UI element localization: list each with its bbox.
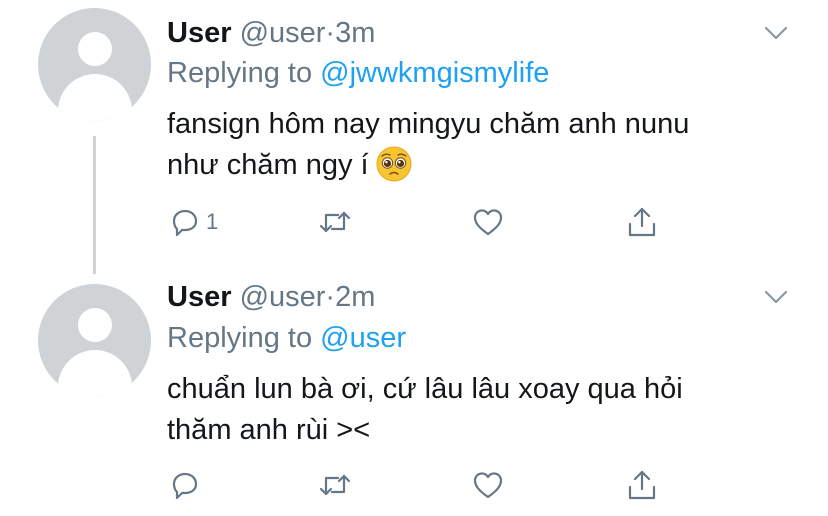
user-handle[interactable]: @user	[240, 281, 326, 313]
replying-to-handle-link[interactable]: @jwwkmgismylife	[320, 57, 549, 89]
reply-icon	[172, 209, 198, 237]
reply-icon	[172, 472, 198, 500]
tweet-actions	[0, 465, 828, 505]
avatar[interactable]	[38, 284, 151, 397]
avatar[interactable]	[38, 8, 151, 121]
timestamp[interactable]: 3m	[335, 17, 375, 49]
tweet-actions: 1	[0, 202, 828, 242]
time-separator: ·	[325, 17, 336, 49]
avatar-head-shape	[78, 308, 112, 342]
replying-to-label: Replying to	[167, 322, 313, 354]
reply-count: 1	[206, 209, 219, 234]
tweet-text-line: chuẩn lun bà ơi, cứ lâu lâu xoay qua hỏi	[167, 373, 683, 405]
retweet-button[interactable]	[318, 465, 352, 505]
share-button[interactable]	[625, 465, 659, 505]
tweet[interactable]: User @user·3m Replying to @jwwkmgismylif…	[0, 0, 828, 274]
user-handle[interactable]: @user	[240, 17, 326, 49]
tweet[interactable]: User @user·2m Replying to @user chuẩn lu…	[0, 262, 828, 516]
avatar-body-shape	[58, 74, 132, 121]
tweet-header: User @user·3m	[167, 16, 375, 50]
reply-button[interactable]: 1	[168, 202, 218, 242]
replying-to-label: Replying to	[167, 57, 313, 89]
display-name[interactable]: User	[167, 17, 232, 49]
reply-button[interactable]	[168, 465, 206, 505]
heart-icon	[473, 209, 503, 236]
like-button[interactable]	[471, 202, 505, 242]
chevron-down-icon[interactable]	[764, 26, 788, 40]
avatar-body-shape	[58, 350, 132, 397]
tweet-text: chuẩn lun bà ơi, cứ lâu lâu xoay qua hỏi…	[167, 369, 787, 451]
time-separator: ·	[325, 281, 336, 313]
like-button[interactable]	[471, 465, 505, 505]
display-name[interactable]: User	[167, 281, 232, 313]
pleading-face-emoji	[376, 146, 412, 182]
retweet-icon	[319, 474, 351, 496]
retweet-button[interactable]	[318, 202, 352, 242]
tweet-text-line: như chăm ngy í	[167, 145, 787, 186]
tweet-text-line: thăm anh rùi ><	[167, 414, 371, 446]
heart-icon	[473, 472, 503, 499]
tweet-header: User @user·2m	[167, 280, 375, 314]
avatar-head-shape	[78, 32, 112, 66]
tweet-text-line: fansign hôm nay mingyu chăm anh nunu	[167, 108, 690, 140]
replying-to-handle-link[interactable]: @user	[320, 322, 406, 354]
tweet-text: fansign hôm nay mingyu chăm anh nunu như…	[167, 104, 787, 186]
replying-to-line: Replying to @user	[167, 321, 406, 355]
timestamp[interactable]: 2m	[335, 281, 375, 313]
tweet-text-fragment: như chăm ngy í	[167, 149, 369, 181]
retweet-icon	[319, 211, 351, 233]
share-button[interactable]	[625, 202, 659, 242]
chevron-down-icon[interactable]	[764, 290, 788, 304]
replying-to-line: Replying to @jwwkmgismylife	[167, 56, 549, 90]
share-icon	[628, 470, 656, 500]
share-icon	[628, 207, 656, 237]
